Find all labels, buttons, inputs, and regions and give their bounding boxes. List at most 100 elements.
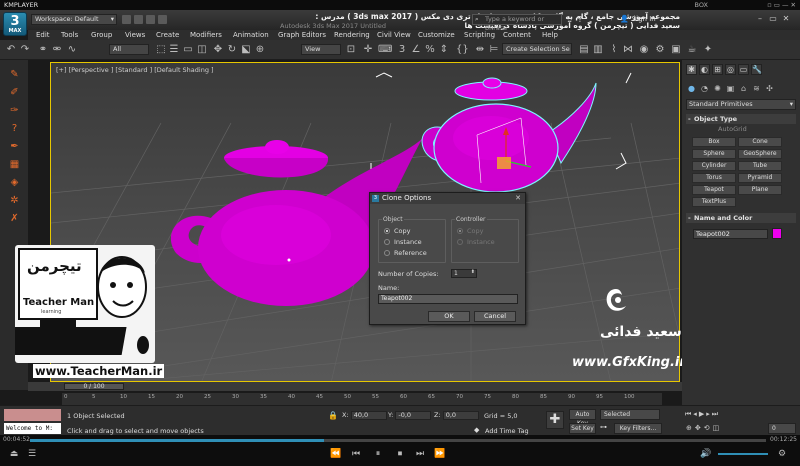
tube-button[interactable]: Tube bbox=[738, 161, 782, 171]
selection-filter-dropdown[interactable]: All bbox=[109, 44, 149, 55]
hierarchy-tab-icon[interactable]: ⊞ bbox=[712, 64, 723, 75]
menu-modifiers[interactable]: Modifiers bbox=[190, 30, 222, 40]
new-scene-icon[interactable] bbox=[122, 15, 131, 24]
menu-edit[interactable]: Edit bbox=[36, 30, 50, 40]
motion-tab-icon[interactable]: ◎ bbox=[725, 64, 736, 75]
placement-icon[interactable]: ⊕ bbox=[254, 44, 266, 56]
pause-icon[interactable]: ⏸ bbox=[372, 448, 384, 460]
utilities-tab-icon[interactable]: 🔧 bbox=[751, 64, 762, 75]
primitive-category-dropdown[interactable]: Standard Primitives bbox=[686, 99, 796, 110]
open-file-icon[interactable] bbox=[134, 15, 143, 24]
minimize-icon[interactable]: – bbox=[755, 14, 765, 23]
systems-icon[interactable]: ✣ bbox=[764, 83, 775, 94]
prev-icon[interactable]: ⏮ bbox=[350, 448, 362, 460]
dialog-close-icon[interactable]: ✕ bbox=[513, 194, 523, 203]
select-by-name-icon[interactable]: ☰ bbox=[168, 44, 180, 56]
freeform-icon[interactable]: ✗ bbox=[8, 212, 21, 225]
key-filters-button[interactable]: Key Filters... bbox=[614, 423, 662, 434]
sign-in-button[interactable]: 👤 Sign In bbox=[620, 14, 659, 25]
y-coordinate[interactable]: Y: -0,0 bbox=[388, 411, 432, 420]
set-key-big-icon[interactable]: ✚ bbox=[546, 411, 564, 429]
percent-snap-icon[interactable]: % bbox=[424, 44, 436, 56]
link-icon[interactable]: ⚭ bbox=[37, 44, 49, 56]
help-tool-icon[interactable]: ? bbox=[8, 122, 21, 135]
controller-instance-radio[interactable]: Instance bbox=[457, 238, 495, 246]
move-icon[interactable]: ✥ bbox=[212, 44, 224, 56]
search-input[interactable]: ⌕ Type a keyword or phrase bbox=[472, 14, 562, 32]
star-icon[interactable]: ☆ bbox=[566, 15, 575, 24]
cylinder-button[interactable]: Cylinder bbox=[692, 161, 736, 171]
time-slider[interactable]: 0 / 100 bbox=[64, 383, 124, 390]
close-icon[interactable]: ✕ bbox=[781, 14, 791, 23]
cone-button[interactable]: Cone bbox=[738, 137, 782, 147]
maximize-icon[interactable]: ▭ bbox=[768, 14, 778, 23]
fast-forward-icon[interactable]: ⏩ bbox=[434, 448, 446, 460]
menu-graph-editors[interactable]: Graph Editors bbox=[278, 30, 326, 40]
autogrid-checkbox[interactable]: AutoGrid bbox=[718, 125, 747, 133]
z-coordinate[interactable]: Z: 0,0 bbox=[434, 411, 479, 420]
copies-spinner[interactable]: 1 ⬍ bbox=[451, 269, 477, 278]
auto-key-button[interactable]: Auto Key bbox=[569, 409, 596, 427]
cancel-button[interactable]: Cancel bbox=[474, 311, 516, 322]
save-file-icon[interactable] bbox=[146, 15, 155, 24]
max-logo-button[interactable]: 3 MAX bbox=[3, 12, 27, 36]
mirror-icon[interactable]: ⇹ bbox=[474, 44, 486, 56]
material-editor-icon[interactable]: ◉ bbox=[638, 44, 650, 56]
menu-rendering[interactable]: Rendering bbox=[334, 30, 370, 40]
render-production-icon[interactable]: ☕ bbox=[686, 44, 698, 56]
workspace-dropdown[interactable]: Workspace: Default bbox=[31, 14, 117, 25]
textplus-button[interactable]: TextPlus bbox=[692, 197, 736, 207]
volume-icon[interactable]: 🔊 bbox=[700, 448, 712, 460]
viewport-nav-controls[interactable]: ⊕✥⟲◫ bbox=[686, 424, 722, 432]
maxscript-listener-mini[interactable] bbox=[4, 409, 61, 421]
schematic-view-icon[interactable]: ⋈ bbox=[622, 44, 634, 56]
stop-icon[interactable]: ⏹ bbox=[394, 448, 406, 460]
rendered-frame-icon[interactable]: ▣ bbox=[670, 44, 682, 56]
key-mode-icon[interactable]: ⊶ bbox=[600, 423, 607, 431]
time-slider-track[interactable] bbox=[28, 382, 682, 391]
object-type-rollout[interactable]: Object Type bbox=[686, 114, 796, 124]
dialog-titlebar[interactable]: 3 Clone Options bbox=[370, 193, 525, 204]
viewport-label[interactable]: [+] [Perspective ] [Standard ] [Default … bbox=[56, 66, 214, 74]
undo-icon[interactable]: ↶ bbox=[5, 44, 17, 56]
spacewarps-icon[interactable]: ≋ bbox=[751, 83, 762, 94]
select-object-icon[interactable]: ⬚ bbox=[155, 44, 167, 56]
x-coordinate[interactable]: X: 40,0 bbox=[342, 411, 387, 420]
rotate-icon[interactable]: ↻ bbox=[226, 44, 238, 56]
window-crossing-icon[interactable]: ◫ bbox=[196, 44, 208, 56]
bind-space-warp-icon[interactable]: ∿ bbox=[66, 44, 78, 56]
menu-group[interactable]: Group bbox=[91, 30, 112, 40]
track-bar[interactable]: 0 5 10 15 20 25 30 35 40 45 50 55 60 65 … bbox=[62, 393, 662, 405]
sphere-button[interactable]: Sphere bbox=[692, 149, 736, 159]
object-reference-radio[interactable]: Reference bbox=[384, 249, 427, 257]
menu-scripting[interactable]: Scripting bbox=[464, 30, 495, 40]
playlist-icon[interactable]: ☰ bbox=[26, 448, 38, 460]
geosphere-button[interactable]: GeoSphere bbox=[738, 149, 782, 159]
curve-editor-icon[interactable]: ⌇ bbox=[608, 44, 620, 56]
tool-icon[interactable]: ✑ bbox=[8, 104, 21, 117]
key-selection-dropdown[interactable]: Selected bbox=[600, 409, 660, 420]
settings-icon[interactable]: ⚙ bbox=[776, 448, 788, 460]
spinner-snap-icon[interactable]: ⇕ bbox=[438, 44, 450, 56]
pyramid-button[interactable]: Pyramid bbox=[738, 173, 782, 183]
menu-animation[interactable]: Animation bbox=[233, 30, 269, 40]
keyboard-shortcut-icon[interactable]: ⌨ bbox=[378, 44, 392, 56]
reference-coordinate-dropdown[interactable]: View bbox=[301, 44, 341, 55]
maxscript-welcome[interactable]: Welcome to M: bbox=[4, 423, 61, 434]
object-color-swatch[interactable] bbox=[772, 228, 782, 239]
box-button[interactable]: Box bbox=[692, 137, 736, 147]
select-manipulate-icon[interactable]: ✛ bbox=[362, 44, 374, 56]
paint-icon[interactable]: ✐ bbox=[8, 86, 21, 99]
graphite-icon[interactable]: ◈ bbox=[8, 176, 21, 189]
helpers-icon[interactable]: ⌂ bbox=[738, 83, 749, 94]
add-time-tag[interactable]: Add Time Tag bbox=[485, 427, 529, 435]
eject-icon[interactable]: ⏏ bbox=[8, 448, 20, 460]
modeling-icon[interactable]: ✲ bbox=[8, 194, 21, 207]
stack-icon[interactable]: ▦ bbox=[8, 158, 21, 171]
name-and-color-rollout[interactable]: Name and Color bbox=[686, 213, 796, 223]
cameras-icon[interactable]: ▣ bbox=[725, 83, 736, 94]
angle-snap-icon[interactable]: ∠ bbox=[410, 44, 422, 56]
create-tab-icon[interactable]: ✱ bbox=[686, 64, 697, 75]
volume-slider[interactable] bbox=[718, 453, 768, 455]
menu-customize[interactable]: Customize bbox=[418, 30, 455, 40]
